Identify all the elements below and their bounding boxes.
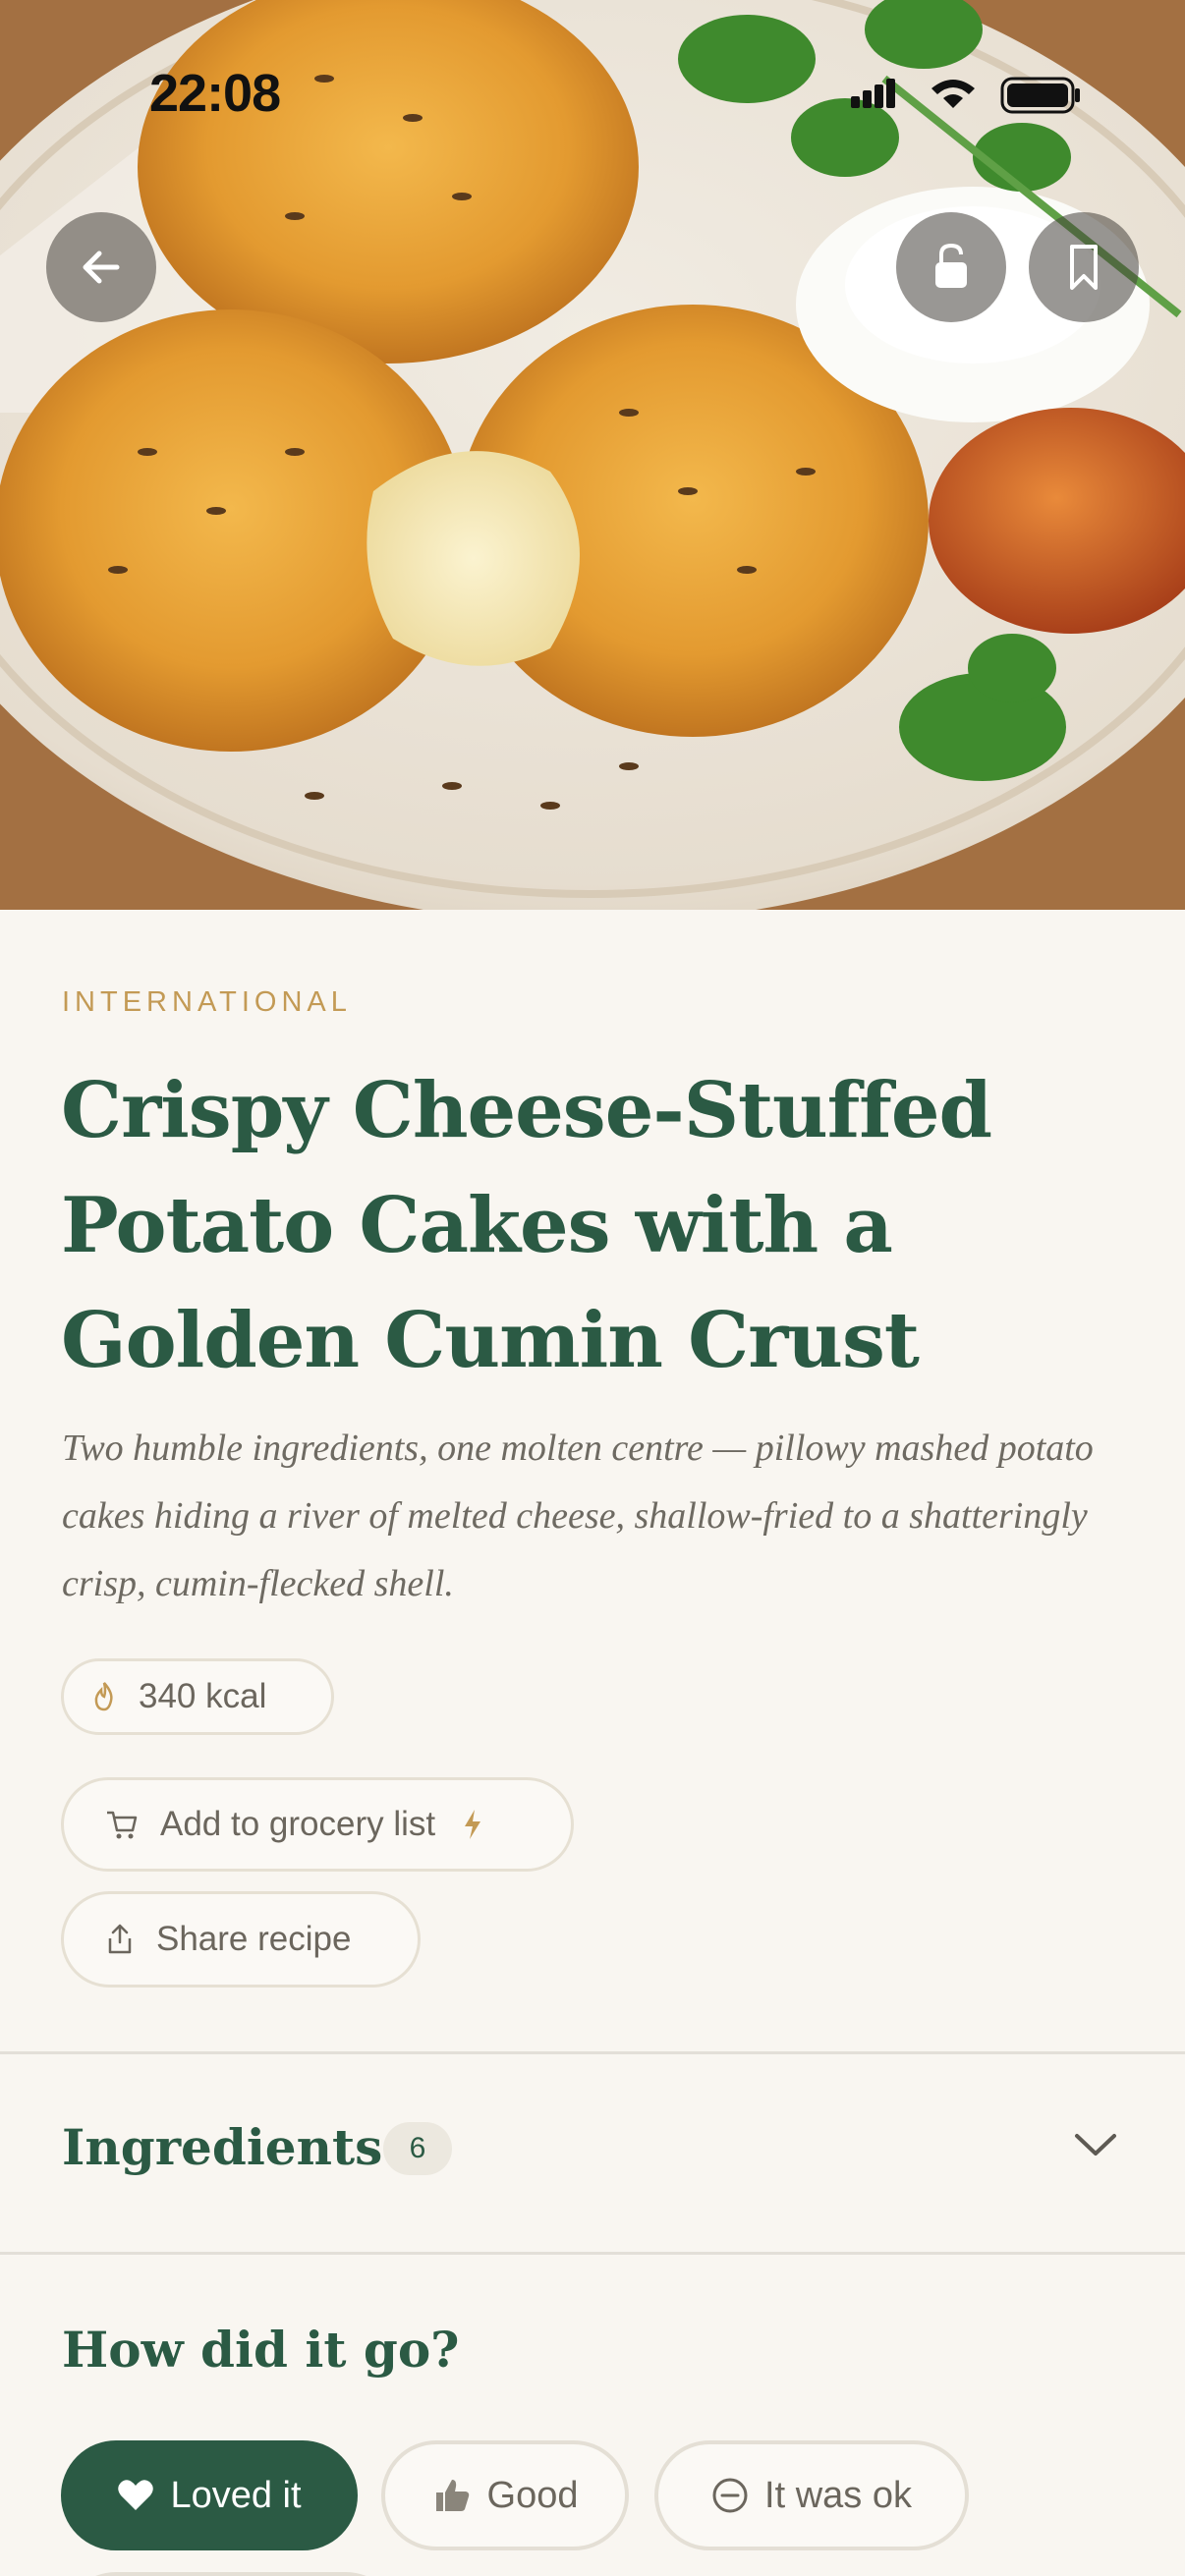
divider bbox=[0, 2252, 1185, 2255]
status-icons bbox=[845, 71, 1091, 120]
calories-text: 340 kcal bbox=[139, 1677, 267, 1715]
recipe-screen: 22:08 INTERNATIONAL Crispy Cheese-Stuffe… bbox=[0, 0, 1185, 2576]
feedback-heading: How did it go? bbox=[62, 2321, 460, 2379]
unlock-icon bbox=[935, 243, 967, 288]
add-to-grocery-button[interactable]: Add to grocery list bbox=[61, 1777, 574, 1872]
status-time: 22:08 bbox=[149, 64, 281, 123]
rating-label: Good bbox=[486, 2474, 579, 2516]
signal-icon bbox=[851, 79, 895, 108]
rating-good-button[interactable]: Good bbox=[381, 2440, 629, 2550]
grocery-label: Add to grocery list bbox=[160, 1805, 436, 1843]
rating-ok-button[interactable]: It was ok bbox=[654, 2440, 969, 2550]
bolt-icon bbox=[461, 1808, 484, 1841]
minus-circle-icon bbox=[711, 2477, 749, 2514]
battery-icon bbox=[1000, 77, 1080, 114]
share-recipe-button[interactable]: Share recipe bbox=[61, 1891, 421, 1988]
rating-more-button[interactable] bbox=[61, 2572, 401, 2576]
ingredients-count-badge: 6 bbox=[383, 2122, 452, 2175]
rating-label: Loved it bbox=[170, 2474, 302, 2516]
rating-loved-button[interactable]: Loved it bbox=[61, 2440, 358, 2550]
recipe-description: Two humble ingredients, one molten centr… bbox=[62, 1428, 1094, 1604]
flame-icon bbox=[91, 1681, 117, 1712]
unlock-button[interactable] bbox=[896, 212, 1006, 322]
chevron-down-icon[interactable] bbox=[1071, 2130, 1120, 2164]
cart-icon bbox=[105, 1809, 139, 1840]
bookmark-icon bbox=[1070, 245, 1098, 290]
status-bar: 22:08 bbox=[0, 0, 1185, 196]
recipe-title: Crispy Cheese-Stuffed Potato Cakes with … bbox=[61, 1066, 992, 1385]
hero-image: 22:08 bbox=[0, 0, 1185, 910]
back-button[interactable] bbox=[46, 212, 156, 322]
wifi-icon bbox=[931, 80, 975, 108]
share-icon bbox=[105, 1923, 135, 1956]
rating-label: It was ok bbox=[764, 2474, 912, 2516]
bookmark-button[interactable] bbox=[1029, 212, 1139, 322]
calories-badge: 340 kcal bbox=[61, 1658, 334, 1735]
arrow-left-icon bbox=[83, 251, 120, 284]
share-label: Share recipe bbox=[156, 1920, 352, 1958]
recipe-category: INTERNATIONAL bbox=[62, 986, 352, 1018]
ingredients-heading: Ingredients bbox=[62, 2118, 383, 2176]
heart-icon bbox=[117, 2479, 154, 2512]
thumbs-up-icon bbox=[432, 2477, 472, 2514]
